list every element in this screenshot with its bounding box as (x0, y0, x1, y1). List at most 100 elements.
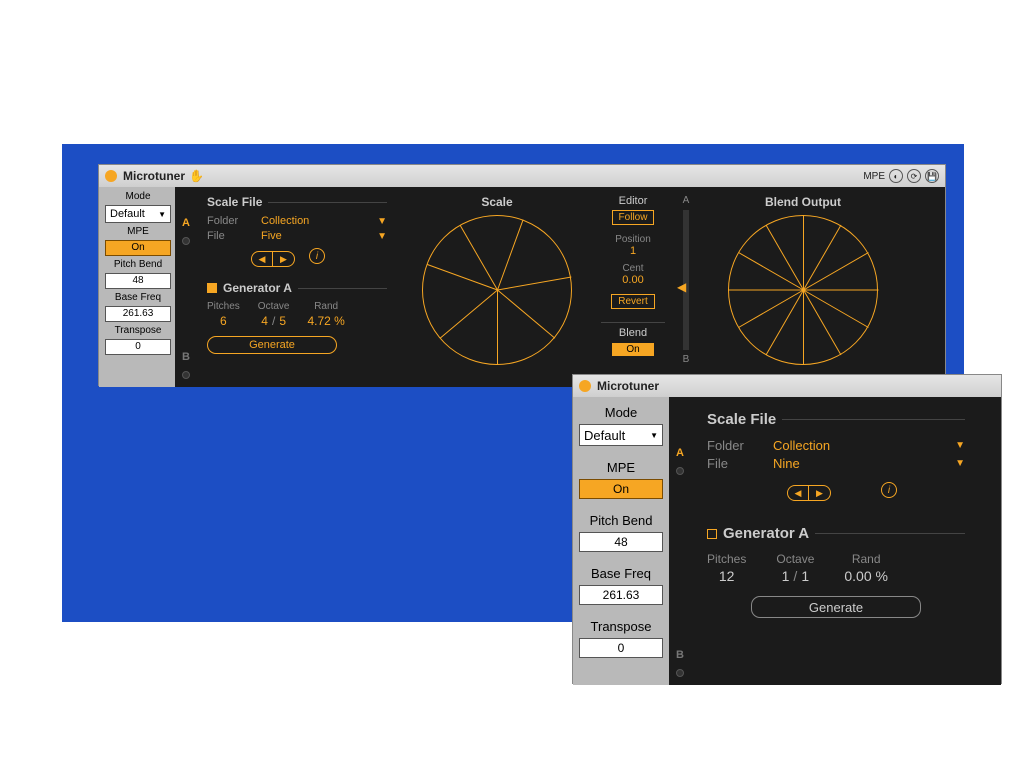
rand-value[interactable]: 4.72 % (307, 314, 344, 328)
prev-button[interactable]: ◀ (787, 485, 809, 501)
generator-heading: Generator A (223, 281, 292, 295)
device-title: Microtuner (597, 379, 659, 393)
file-label: File (707, 456, 763, 471)
generator-toggle[interactable] (207, 283, 217, 293)
folder-caret-icon[interactable]: ▼ (955, 440, 965, 451)
ab-a-label[interactable]: A (676, 447, 684, 459)
blend-output-heading: Blend Output (707, 195, 899, 209)
mpe-tag: MPE (863, 171, 885, 182)
base-freq-label: Base Freq (105, 292, 171, 303)
ab-a-led (182, 237, 190, 245)
editor-section: Editor Follow Position 1 Cent 0.00 Rever… (597, 187, 669, 387)
base-freq-value[interactable]: 261.63 (105, 306, 171, 322)
folder-value[interactable]: Collection (773, 438, 830, 453)
blend-output-circle[interactable] (728, 215, 878, 365)
blend-slider[interactable]: ◀ (683, 210, 689, 350)
file-value[interactable]: Nine (773, 456, 800, 471)
slider-handle-icon[interactable]: ◀ (677, 280, 686, 294)
titlebar[interactable]: Microtuner ✋ MPE ◐ ⟳ 💾 (99, 165, 945, 187)
scale-circle[interactable] (422, 215, 572, 365)
info-icon[interactable]: i (881, 482, 897, 498)
file-value[interactable]: Five (261, 230, 282, 242)
editor-heading: Editor (601, 195, 665, 207)
pitch-bend-value[interactable]: 48 (105, 273, 171, 289)
file-label: File (207, 230, 251, 242)
generator-heading: Generator A (723, 525, 809, 542)
mode-label: Mode (579, 405, 663, 420)
ab-a-led (676, 467, 684, 475)
device-activator-icon[interactable] (105, 170, 117, 182)
cent-label: Cent (601, 263, 665, 274)
mpe-label: MPE (579, 460, 663, 475)
icon-a[interactable]: ◐ (889, 169, 903, 183)
generator-toggle[interactable] (707, 529, 717, 539)
ab-b-led (676, 669, 684, 677)
slider-a-label: A (669, 195, 703, 206)
scale-file-section: Scale File Folder Collection ▼ File Five… (197, 187, 397, 387)
transpose-value[interactable]: 0 (105, 339, 171, 355)
generator-heading-row: Generator A (707, 525, 965, 542)
mode-select[interactable]: Default▼ (105, 205, 171, 223)
scale-file-heading: Scale File (207, 195, 262, 209)
follow-button[interactable]: Follow (612, 210, 655, 225)
ab-b-label[interactable]: B (676, 649, 684, 661)
file-caret-icon[interactable]: ▼ (955, 458, 965, 469)
hand-icon: ✋ (189, 169, 204, 183)
transpose-label: Transpose (579, 619, 663, 634)
scale-section: Scale (397, 187, 597, 387)
generator-heading-row: Generator A (207, 281, 387, 295)
mpe-toggle[interactable]: On (579, 479, 663, 499)
ab-a-label[interactable]: A (182, 217, 190, 229)
octave-value[interactable]: 1/1 (776, 568, 814, 584)
revert-button[interactable]: Revert (611, 294, 654, 309)
generate-button[interactable]: Generate (207, 336, 337, 354)
file-caret-icon[interactable]: ▼ (377, 231, 387, 242)
left-params: Mode Default▼ MPE On Pitch Bend 48 Base … (99, 187, 175, 387)
ab-column: A B (669, 397, 691, 685)
base-freq-label: Base Freq (579, 566, 663, 581)
position-value[interactable]: 1 (601, 245, 665, 257)
device-activator-icon[interactable] (579, 380, 591, 392)
cent-value[interactable]: 0.00 (601, 274, 665, 286)
octave-value[interactable]: 4/5 (258, 314, 290, 328)
mpe-label: MPE (105, 226, 171, 237)
scale-heading: Scale (401, 195, 593, 209)
generate-button[interactable]: Generate (751, 596, 921, 618)
mpe-toggle[interactable]: On (105, 240, 171, 256)
icon-b[interactable]: ⟳ (907, 169, 921, 183)
slider-b-label: B (669, 354, 703, 365)
folder-value[interactable]: Collection (261, 215, 309, 227)
prev-button[interactable]: ◀ (251, 251, 273, 267)
base-freq-value[interactable]: 261.63 (579, 585, 663, 605)
ab-b-label[interactable]: B (182, 351, 190, 363)
info-icon[interactable]: i (309, 248, 325, 264)
next-button[interactable]: ▶ (273, 251, 295, 267)
microtuner-panel-1: Microtuner ✋ MPE ◐ ⟳ 💾 Mode Default▼ MPE… (98, 164, 946, 386)
pitch-bend-label: Pitch Bend (579, 513, 663, 528)
transpose-label: Transpose (105, 325, 171, 336)
rand-value[interactable]: 0.00 % (844, 568, 888, 584)
titlebar[interactable]: Microtuner (573, 375, 1001, 397)
scale-file-heading: Scale File (707, 411, 776, 428)
blend-output-section: Blend Output (703, 187, 903, 387)
scale-file-section: Scale File Folder Collection ▼ File Nine… (691, 397, 981, 685)
mode-label: Mode (105, 191, 171, 202)
pitches-value[interactable]: 6 (207, 314, 240, 328)
microtuner-panel-2: Microtuner Mode Default▼ MPE On Pitch Be… (572, 374, 1002, 684)
pitch-bend-label: Pitch Bend (105, 259, 171, 270)
position-label: Position (601, 234, 665, 245)
blend-slider-section: A ◀ B (669, 187, 703, 387)
icon-c[interactable]: 💾 (925, 169, 939, 183)
pitches-value[interactable]: 12 (707, 568, 746, 584)
pitch-bend-value[interactable]: 48 (579, 532, 663, 552)
folder-label: Folder (207, 215, 251, 227)
transpose-value[interactable]: 0 (579, 638, 663, 658)
canvas: Microtuner ✋ MPE ◐ ⟳ 💾 Mode Default▼ MPE… (62, 144, 964, 622)
blend-toggle[interactable]: On (612, 343, 653, 356)
blend-label: Blend (601, 327, 665, 339)
mode-select[interactable]: Default▼ (579, 424, 663, 446)
folder-caret-icon[interactable]: ▼ (377, 216, 387, 227)
left-params: Mode Default▼ MPE On Pitch Bend 48 Base … (573, 397, 669, 685)
folder-label: Folder (707, 438, 763, 453)
next-button[interactable]: ▶ (809, 485, 831, 501)
